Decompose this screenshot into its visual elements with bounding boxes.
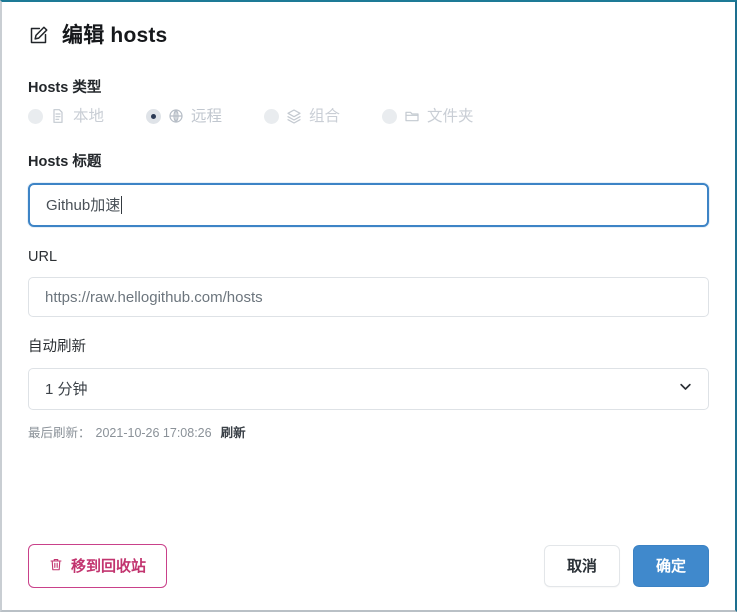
dialog-content: 编辑 hosts Hosts 类型 本地 远程 组合 文件夹 Hosts 标题 … [2,2,735,610]
refresh-now-link[interactable]: 刷新 [221,422,246,441]
radio-label-remote: 远程 [191,107,223,125]
radio-indicator [146,108,162,124]
move-to-trash-label: 移到回收站 [71,557,147,575]
dialog-header: 编辑 hosts [28,25,709,46]
folder-icon [404,108,420,124]
url-label: URL [28,248,58,265]
radio-label-group: 组合 [309,107,341,125]
cancel-button-label: 取消 [566,557,597,575]
edit-square-icon [28,25,49,46]
last-refresh-line: 最后刷新： 2021-10-26 17:08:26 刷新 [28,422,709,441]
radio-indicator [264,108,280,124]
radio-option-group[interactable]: 组合 [264,108,340,124]
radio-option-remote[interactable]: 远程 [146,108,222,124]
radio-option-local[interactable]: 本地 [28,108,104,124]
radio-label-folder: 文件夹 [427,107,474,125]
auto-refresh-select[interactable]: 1 分钟 [28,367,709,410]
radio-indicator [28,108,43,124]
hosts-type-label: Hosts 类型 [28,80,102,96]
last-refresh-label: 最后刷新： [28,425,91,440]
auto-refresh-field-block: 自动刷新 1 分钟 最后刷新： 2021-10-26 17:08:26 刷新 [28,339,709,440]
hosts-editor-window: 编辑 hosts Hosts 类型 本地 远程 组合 文件夹 Hosts 标题 … [0,0,737,612]
auto-refresh-selected-value: 1 分钟 [45,381,88,399]
url-input[interactable]: https://raw.hellogithub.com/hosts [28,277,709,318]
auto-refresh-label: 自动刷新 [28,339,86,356]
hosts-type-radio-group: 本地 远程 组合 文件夹 [28,108,709,124]
radio-indicator [382,108,398,124]
trash-icon [49,557,63,575]
globe-icon [168,108,184,124]
url-value: https://raw.hellogithub.com/hosts [45,288,263,306]
radio-label-local: 本地 [73,107,105,125]
move-to-trash-button[interactable]: 移到回收站 [28,544,168,588]
dialog-footer: 移到回收站 取消 确定 [28,544,709,588]
hosts-title-label: Hosts 标题 [28,154,102,171]
footer-actions: 取消 确定 [543,545,709,587]
chevron-down-icon [678,379,693,398]
url-field-block: URL https://raw.hellogithub.com/hosts [28,248,709,318]
hosts-title-value: Github加速 [46,197,121,215]
cancel-button[interactable]: 取消 [543,545,620,587]
text-caret [121,195,123,214]
hosts-title-field-block: Hosts 标题 Github加速 [28,154,709,227]
last-refresh-time: 2021-10-26 17:08:26 [95,425,212,440]
layers-icon [286,108,302,124]
radio-option-folder[interactable]: 文件夹 [382,108,474,124]
page-title: 编辑 hosts [62,24,168,47]
document-icon [50,108,66,124]
hosts-title-input[interactable]: Github加速 [28,182,709,227]
confirm-button-label: 确定 [655,557,686,575]
confirm-button[interactable]: 确定 [632,545,709,587]
